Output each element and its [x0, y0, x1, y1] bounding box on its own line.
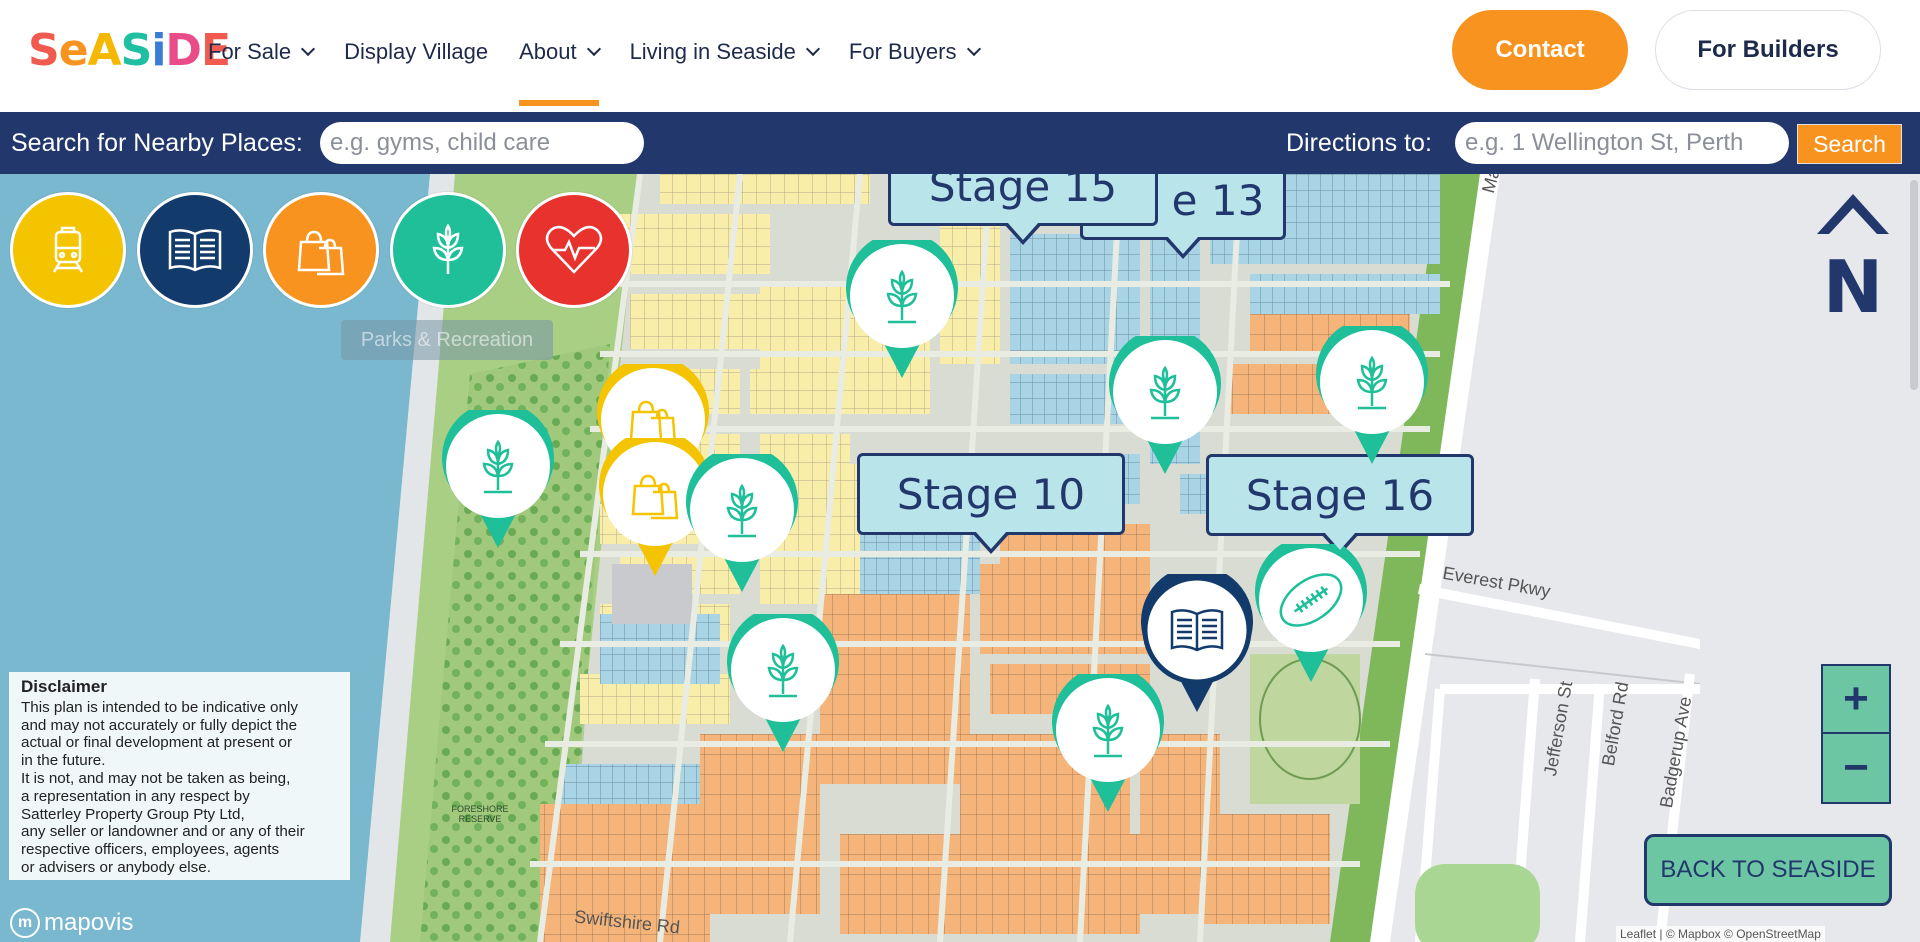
nav-about[interactable]: About: [519, 0, 601, 106]
sprout-icon: [432, 223, 464, 274]
logo-letter: S: [120, 25, 153, 76]
disclaimer-line: or advisers or anybody else.: [21, 858, 211, 876]
stage-label-text: Stage 16: [1245, 470, 1435, 520]
disclaimer-line: and may not accurately or fully depict t…: [21, 716, 298, 734]
nav-display-village[interactable]: Display Village: [344, 0, 488, 104]
page-scrollbar[interactable]: [1910, 180, 1918, 390]
stage-10-label[interactable]: Stage 10: [857, 453, 1125, 535]
disclaimer-line: Satterley Property Group Pty Ltd,: [21, 805, 245, 823]
stage-15-label[interactable]: Stage 15: [888, 174, 1158, 226]
park-map-pin[interactable]: [723, 614, 843, 754]
nav-for-sale[interactable]: For Sale: [208, 0, 316, 104]
mapovis-logo[interactable]: m mapovis: [10, 908, 133, 938]
disclaimer-line: in the future.: [21, 752, 106, 770]
disclaimer-line: any seller or landowner and or any of th…: [21, 823, 305, 841]
shopping-bag-icon: [297, 230, 345, 276]
seaside-logo[interactable]: SeASiDE: [28, 25, 231, 76]
map-search-bar: Search for Nearby Places: Directions to:…: [0, 112, 1920, 174]
nearby-places-label: Search for Nearby Places:: [11, 129, 303, 157]
chevron-down-icon: [966, 41, 981, 57]
nav-label: Display Village: [344, 39, 489, 64]
nearby-places-input[interactable]: [320, 122, 644, 164]
logo-letter: e: [58, 25, 89, 76]
education-map-pin[interactable]: [1137, 574, 1257, 714]
back-to-seaside-button[interactable]: BACK TO SEASIDE: [1644, 834, 1892, 906]
main-nav: For Sale Display Village About Living in…: [208, 0, 1010, 106]
education-filter-button[interactable]: [137, 192, 253, 308]
disclaimer-line: a representation in any respect by: [21, 787, 250, 805]
chevron-down-icon: [301, 41, 316, 57]
park-map-pin[interactable]: [682, 454, 802, 594]
nav-living-in-seaside[interactable]: Living in Seaside: [629, 0, 820, 104]
park-map-pin[interactable]: [1105, 336, 1225, 476]
nav-label: Living in Seaside: [629, 39, 796, 64]
park-map-pin[interactable]: [438, 410, 558, 550]
heart-pulse-icon: [545, 225, 603, 274]
disclaimer-line: It is not, and may not be taken as being…: [21, 769, 291, 787]
category-tooltip: Parks & Recreation: [341, 320, 553, 360]
masterplan-map[interactable]: Mandurah Rd Everest Pkwy Jefferson St Be…: [0, 174, 1920, 942]
nav-label: For Buyers: [848, 39, 957, 64]
stage-16-label[interactable]: Stage 16: [1206, 454, 1474, 536]
park-map-pin[interactable]: [842, 240, 962, 380]
sports-map-pin[interactable]: [1251, 544, 1371, 684]
disclaimer-line: respective officers, employees, agents: [21, 841, 280, 859]
logo-letter: S: [28, 25, 60, 76]
mapovis-wordmark: mapovis: [44, 909, 134, 936]
shopping-filter-button[interactable]: [263, 192, 379, 308]
nav-label: For Sale: [208, 39, 292, 64]
nav-for-buyers[interactable]: For Buyers: [848, 0, 981, 104]
directions-label: Directions to:: [1286, 129, 1432, 157]
map-attribution[interactable]: Leaflet | © Mapbox © OpenStreetMap: [1616, 926, 1825, 942]
contact-button[interactable]: Contact: [1452, 10, 1628, 90]
disclaimer-title: Disclaimer: [21, 677, 107, 696]
park-map-pin[interactable]: [1312, 326, 1432, 466]
disclaimer-line: This plan is intended to be indicative o…: [21, 698, 298, 716]
train-icon: [52, 226, 84, 273]
chevron-down-icon: [586, 41, 601, 57]
zoom-out-button[interactable]: −: [1823, 734, 1889, 802]
zoom-in-button[interactable]: +: [1823, 666, 1889, 734]
north-compass-icon: N: [1817, 194, 1889, 318]
zoom-control: + −: [1821, 664, 1891, 804]
search-button[interactable]: Search: [1797, 124, 1902, 164]
for-builders-button[interactable]: For Builders: [1655, 10, 1881, 90]
disclaimer-line: actual or final development at present o…: [21, 734, 293, 752]
parks-filter-button[interactable]: [390, 192, 506, 308]
disclaimer-panel: Disclaimer This plan is intended to be i…: [9, 672, 350, 880]
stage-label-text: Stage 10: [896, 469, 1086, 519]
transport-filter-button[interactable]: [10, 192, 126, 308]
mapovis-mark-icon: m: [10, 908, 40, 938]
foreshore-reserve-label: FORESHORE RESERVE: [451, 804, 509, 824]
logo-letter: A: [87, 25, 122, 76]
logo-letter: D: [165, 25, 202, 76]
logo-letter: i: [151, 25, 166, 76]
nav-label: About: [519, 39, 577, 64]
stage-label-text: Stage 15: [928, 174, 1118, 211]
chevron-down-icon: [805, 41, 820, 57]
book-icon: [168, 229, 222, 272]
compass-letter: N: [1823, 245, 1883, 318]
site-header: SeASiDE For Sale Display Village About L…: [0, 0, 1920, 112]
health-filter-button[interactable]: [516, 192, 632, 308]
directions-input[interactable]: [1455, 122, 1789, 164]
